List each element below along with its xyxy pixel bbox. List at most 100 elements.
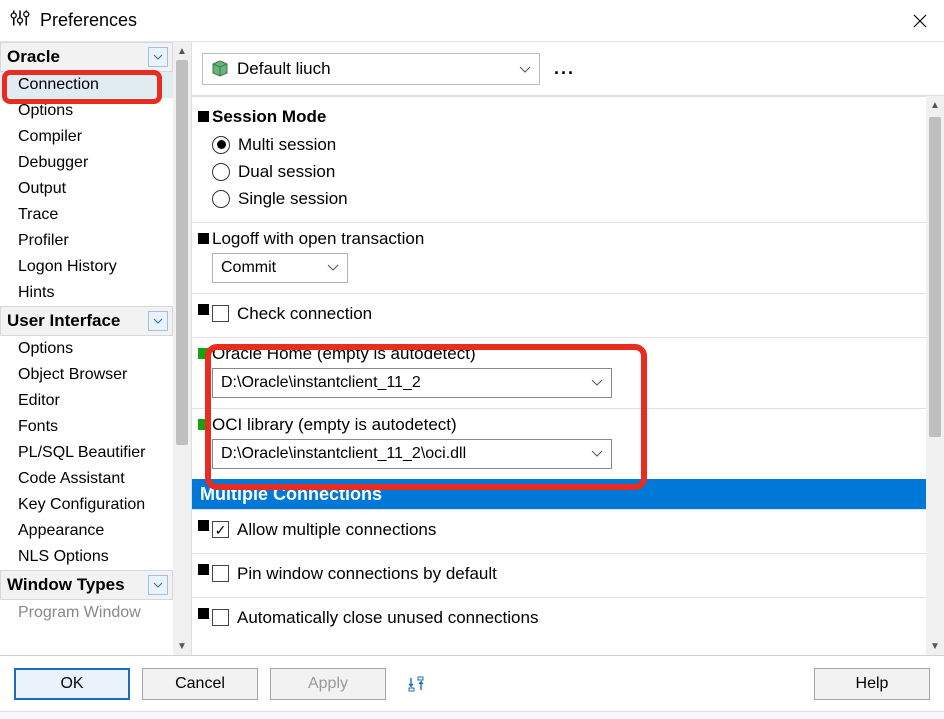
button-label: Apply bbox=[308, 675, 348, 693]
tree-item-hints[interactable]: Hints bbox=[0, 280, 173, 306]
tree-item-fonts[interactable]: Fonts bbox=[0, 414, 173, 440]
oracle-home-field[interactable]: D:\Oracle\instantclient_11_2 bbox=[212, 368, 612, 398]
tree-item-label: Object Browser bbox=[18, 366, 127, 384]
tree-item-output[interactable]: Output bbox=[0, 176, 173, 202]
section-marker-icon bbox=[198, 233, 209, 244]
profile-value: Default liuch bbox=[237, 59, 331, 79]
radio-dual-session[interactable]: Dual session bbox=[212, 158, 922, 185]
tree-item-code-assistant[interactable]: Code Assistant bbox=[0, 466, 173, 492]
section-pin-window: Pin window connections by default bbox=[192, 553, 926, 597]
content-scrollbar[interactable]: ▲ ▼ bbox=[926, 96, 944, 655]
scrollbar-track[interactable] bbox=[926, 440, 944, 637]
section-session-mode: Session Mode Multi session Dual session … bbox=[192, 96, 926, 222]
tree-item-compiler[interactable]: Compiler bbox=[0, 124, 173, 150]
import-export-button[interactable] bbox=[398, 668, 434, 700]
tree-item-program-window[interactable]: Program Window bbox=[0, 600, 173, 626]
section-marker-modified-icon bbox=[198, 348, 209, 359]
tree-item-logon-history[interactable]: Logon History bbox=[0, 254, 173, 280]
check-connection-checkbox[interactable]: Check connection bbox=[212, 300, 922, 327]
tree-item-label: Appearance bbox=[18, 522, 104, 540]
checkbox-label: Pin window connections by default bbox=[237, 564, 497, 584]
tree-item-trace[interactable]: Trace bbox=[0, 202, 173, 228]
multiple-connections-header: Multiple Connections bbox=[192, 479, 926, 509]
help-button[interactable]: Help bbox=[814, 668, 930, 700]
section-marker-icon bbox=[198, 608, 209, 619]
scrollbar-thumb[interactable] bbox=[176, 60, 188, 445]
tree-item-options[interactable]: Options bbox=[0, 98, 173, 124]
radio-single-session[interactable]: Single session bbox=[212, 185, 922, 212]
section-auto-close: Automatically close unused connections bbox=[192, 597, 926, 641]
oci-library-field[interactable]: D:\Oracle\instantclient_11_2\oci.dll bbox=[212, 439, 612, 469]
tree-item-label: Hints bbox=[18, 284, 54, 302]
oracle-home-value: D:\Oracle\instantclient_11_2 bbox=[221, 374, 421, 392]
tree-item-label: Options bbox=[18, 102, 73, 120]
chevron-down-icon bbox=[591, 445, 603, 463]
logoff-select[interactable]: Commit bbox=[212, 253, 348, 283]
collapse-icon[interactable] bbox=[148, 575, 168, 595]
section-oci-library: OCI library (empty is autodetect) D:\Ora… bbox=[192, 408, 926, 479]
tree-item-ui-options[interactable]: Options bbox=[0, 336, 173, 362]
scroll-down-icon[interactable]: ▼ bbox=[173, 637, 191, 655]
tree-item-nls-options[interactable]: NLS Options bbox=[0, 544, 173, 570]
tree-item-label: Compiler bbox=[18, 128, 82, 146]
scroll-down-icon[interactable]: ▼ bbox=[926, 637, 944, 655]
tree-item-label: Connection bbox=[18, 76, 99, 94]
section-marker-icon bbox=[198, 111, 209, 122]
radio-label: Dual session bbox=[238, 162, 335, 182]
window-title: Preferences bbox=[40, 10, 900, 31]
tree-category-label: User Interface bbox=[7, 311, 120, 331]
radio-multi-session[interactable]: Multi session bbox=[212, 131, 922, 158]
sidebar-scrollbar[interactable]: ▲ ▼ bbox=[173, 42, 191, 655]
close-button[interactable] bbox=[900, 1, 940, 41]
scroll-up-icon[interactable]: ▲ bbox=[173, 42, 191, 60]
tree-category-label: Oracle bbox=[7, 47, 60, 67]
tree-item-appearance[interactable]: Appearance bbox=[0, 518, 173, 544]
tree-item-label: Trace bbox=[18, 206, 58, 224]
scrollbar-thumb[interactable] bbox=[929, 117, 941, 437]
button-label: Cancel bbox=[175, 675, 225, 693]
auto-close-checkbox[interactable]: Automatically close unused connections bbox=[212, 604, 922, 631]
preference-tree: Oracle Connection Options Compiler Debug… bbox=[0, 42, 173, 655]
profile-toolbar: Default liuch ... bbox=[192, 42, 944, 96]
tree-item-profiler[interactable]: Profiler bbox=[0, 228, 173, 254]
ok-button[interactable]: OK bbox=[14, 668, 130, 700]
more-button[interactable]: ... bbox=[554, 58, 575, 79]
checkbox-label: Check connection bbox=[237, 304, 372, 324]
tree-category-label: Window Types bbox=[7, 575, 125, 595]
checkbox-icon bbox=[212, 565, 229, 582]
collapse-icon[interactable] bbox=[148, 47, 168, 67]
content: Session Mode Multi session Dual session … bbox=[192, 96, 926, 655]
radio-label: Single session bbox=[238, 189, 348, 209]
section-marker-icon bbox=[198, 564, 209, 575]
sidebar: Oracle Connection Options Compiler Debug… bbox=[0, 42, 192, 655]
session-mode-heading: Session Mode bbox=[212, 107, 922, 127]
tree-item-plsql-beautifier[interactable]: PL/SQL Beautifier bbox=[0, 440, 173, 466]
apply-button[interactable]: Apply bbox=[270, 668, 386, 700]
profile-select[interactable]: Default liuch bbox=[202, 53, 540, 85]
tree-item-key-configuration[interactable]: Key Configuration bbox=[0, 492, 173, 518]
cancel-button[interactable]: Cancel bbox=[142, 668, 258, 700]
scrollbar-track[interactable] bbox=[173, 445, 191, 637]
tree-item-debugger[interactable]: Debugger bbox=[0, 150, 173, 176]
button-bar: OK Cancel Apply Help bbox=[0, 655, 944, 711]
tree-category-window-types[interactable]: Window Types bbox=[0, 570, 173, 600]
collapse-icon[interactable] bbox=[148, 311, 168, 331]
scroll-up-icon[interactable]: ▲ bbox=[926, 96, 944, 114]
tree-item-label: Fonts bbox=[18, 418, 58, 436]
tree-item-editor[interactable]: Editor bbox=[0, 388, 173, 414]
preferences-icon bbox=[10, 8, 30, 33]
checkbox-label: Allow multiple connections bbox=[237, 520, 436, 540]
tree-item-label: Profiler bbox=[18, 232, 69, 250]
tree-category-user-interface[interactable]: User Interface bbox=[0, 306, 173, 336]
tree-item-label: Output bbox=[18, 180, 66, 198]
allow-multiple-checkbox[interactable]: Allow multiple connections bbox=[212, 516, 922, 543]
checkbox-icon bbox=[212, 521, 229, 538]
tree-item-connection[interactable]: Connection bbox=[0, 72, 173, 98]
checkbox-icon bbox=[212, 609, 229, 626]
section-check-connection: Check connection bbox=[192, 293, 926, 337]
tree-item-label: Logon History bbox=[18, 258, 117, 276]
radio-label: Multi session bbox=[238, 135, 336, 155]
pin-window-checkbox[interactable]: Pin window connections by default bbox=[212, 560, 922, 587]
tree-item-object-browser[interactable]: Object Browser bbox=[0, 362, 173, 388]
tree-category-oracle[interactable]: Oracle bbox=[0, 42, 173, 72]
